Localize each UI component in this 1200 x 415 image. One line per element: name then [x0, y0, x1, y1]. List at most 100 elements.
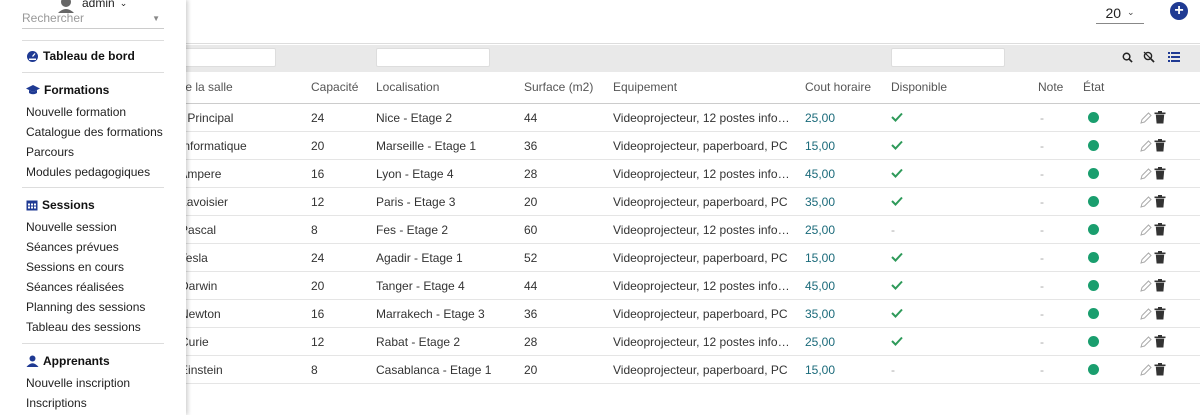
chevron-down-icon: ⌄ [119, 0, 128, 8]
filter-input-disponible[interactable] [891, 48, 1005, 67]
cell-note: - [1040, 307, 1044, 321]
sidebar-item-seances-realisees[interactable]: Séances réalisées [26, 280, 124, 294]
cell-capacite: 16 [311, 167, 325, 181]
cell-capacite: 20 [311, 139, 325, 153]
delete-icon[interactable] [1154, 139, 1166, 152]
sidebar-item-dashboard[interactable]: Tableau de bord [26, 49, 135, 63]
cell-equipement: Videoprojecteur, paperboard, PC [613, 251, 788, 265]
sidebar-item-nouvelle-inscription[interactable]: Nouvelle inscription [26, 376, 130, 390]
sidebar-item-catalogue[interactable]: Catalogue des formations [26, 125, 163, 139]
sidebar-item-planning[interactable]: Planning des sessions [26, 300, 145, 314]
sidebar-item-seances-prevues[interactable]: Séances prévues [26, 240, 119, 254]
edit-icon[interactable] [1140, 139, 1152, 152]
section-title: Apprenants [43, 354, 110, 368]
edit-icon[interactable] [1140, 167, 1152, 180]
edit-icon[interactable] [1140, 363, 1152, 376]
user-menu[interactable]: admin ⌄ [82, 0, 127, 10]
delete-icon[interactable] [1154, 195, 1166, 208]
cell-note: - [1040, 335, 1044, 349]
cell-cout: 45,00 [805, 279, 836, 293]
filter-input-localisation[interactable] [376, 48, 490, 67]
clear-filter-icon[interactable] [1142, 50, 1156, 64]
sidebar-item-modules[interactable]: Modules pedagogiques [26, 165, 150, 179]
delete-icon[interactable] [1154, 111, 1166, 124]
delete-icon[interactable] [1154, 279, 1166, 292]
cell-note: - [1040, 195, 1044, 209]
cell-surface: 28 [524, 167, 538, 181]
cell-surface: 44 [524, 111, 538, 125]
graduation-cap-icon [26, 84, 40, 94]
cell-equipement: Videoprojecteur, 12 postes informatiques [613, 167, 791, 181]
sidebar-item-inscriptions[interactable]: Inscriptions [26, 396, 87, 410]
edit-icon[interactable] [1140, 223, 1152, 236]
sidebar-section-formations: Formations [26, 83, 109, 97]
header-etat[interactable]: État [1083, 80, 1104, 94]
cell-localisation: Marseille - Etage 1 [376, 139, 477, 153]
edit-icon[interactable] [1140, 251, 1152, 264]
header-disponible[interactable]: Disponible [891, 80, 947, 94]
per-page-select[interactable]: 20 ⌄ [1096, 2, 1144, 24]
cell-localisation: Fes - Etage 2 [376, 223, 449, 237]
header-equipement[interactable]: Equipement [613, 80, 677, 94]
sidebar-item-sessions-en-cours[interactable]: Sessions en cours [26, 260, 124, 274]
status-dot-icon [1088, 364, 1099, 375]
cell-capacite: 24 [311, 111, 325, 125]
edit-icon[interactable] [1140, 195, 1152, 208]
cell-cout: 35,00 [805, 307, 836, 321]
list-icon[interactable] [1167, 50, 1181, 64]
header-surface[interactable]: Surface (m2) [524, 80, 593, 94]
per-page-value: 20 [1105, 4, 1122, 21]
edit-icon[interactable] [1140, 307, 1152, 320]
divider [22, 343, 164, 344]
sidebar-item-parcours[interactable]: Parcours [26, 145, 74, 159]
sidebar-section-apprenants: Apprenants [26, 354, 110, 368]
cell-localisation: Rabat - Etage 2 [376, 335, 461, 349]
edit-icon[interactable] [1140, 111, 1152, 124]
chevron-down-icon: ⌄ [1127, 7, 1135, 17]
cell-note: - [1040, 251, 1044, 265]
cell-equipement: Videoprojecteur, paperboard, PC [613, 307, 788, 321]
delete-icon[interactable] [1154, 307, 1166, 320]
cell-cout: 25,00 [805, 223, 836, 237]
status-dot-icon [1088, 112, 1099, 123]
sidebar-item-tableau-sessions[interactable]: Tableau des sessions [26, 320, 141, 334]
cell-cout: 25,00 [805, 111, 836, 125]
sidebar-item-label: Tableau de bord [43, 49, 135, 63]
sidebar: admin ⌄ Rechercher ▼ Tableau de bord For… [0, 0, 186, 415]
header-localisation[interactable]: Localisation [376, 80, 439, 94]
cell-surface: 44 [524, 279, 538, 293]
delete-icon[interactable] [1154, 335, 1166, 348]
search-icon[interactable] [1120, 50, 1134, 64]
cell-note: - [1040, 139, 1044, 153]
sidebar-item-nouvelle-session[interactable]: Nouvelle session [26, 220, 117, 234]
search-placeholder: Rechercher [22, 11, 85, 25]
status-dot-icon [1088, 196, 1099, 207]
add-icon[interactable]: + [1170, 2, 1188, 20]
check-icon [891, 196, 903, 206]
sidebar-search[interactable]: Rechercher ▼ [22, 11, 164, 29]
cell-localisation: Casablanca - Etage 1 [376, 363, 492, 377]
cell-equipement: Videoprojecteur, 12 postes informatiques [613, 279, 791, 293]
cell-note: - [1040, 167, 1044, 181]
header-note[interactable]: Note [1038, 80, 1063, 94]
calendar-icon [26, 200, 38, 211]
status-dot-icon [1088, 168, 1099, 179]
cell-localisation: Lyon - Etage 4 [376, 167, 454, 181]
check-icon [891, 168, 903, 178]
sidebar-item-nouvelle-formation[interactable]: Nouvelle formation [26, 105, 126, 119]
sidebar-section-sessions: Sessions [26, 198, 95, 212]
header-capacite[interactable]: Capacité [311, 80, 358, 94]
delete-icon[interactable] [1154, 167, 1166, 180]
delete-icon[interactable] [1154, 251, 1166, 264]
cell-localisation: Tanger - Etage 4 [376, 279, 465, 293]
edit-icon[interactable] [1140, 335, 1152, 348]
delete-icon[interactable] [1154, 223, 1166, 236]
header-cout[interactable]: Cout horaire [805, 80, 871, 94]
cell-equipement: Videoprojecteur, 12 postes informatiques [613, 111, 791, 125]
cell-surface: 60 [524, 223, 538, 237]
cell-capacite: 8 [311, 363, 318, 377]
cell-cout: 35,00 [805, 195, 836, 209]
cell-equipement: Videoprojecteur, paperboard, PC [613, 139, 788, 153]
delete-icon[interactable] [1154, 363, 1166, 376]
edit-icon[interactable] [1140, 279, 1152, 292]
